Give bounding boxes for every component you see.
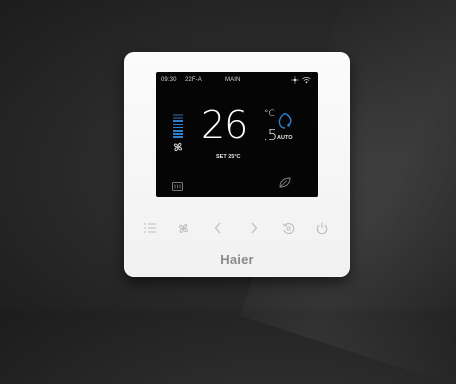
menu-button[interactable] bbox=[140, 218, 160, 238]
mode-icon bbox=[282, 222, 294, 234]
temperature-unit: °C bbox=[264, 109, 275, 119]
status-bar: 09:30 22F-A MAIN bbox=[161, 76, 313, 87]
control-buttons bbox=[124, 218, 350, 238]
fan-level-bar bbox=[173, 123, 183, 126]
current-temperature: 26 °C .5 bbox=[201, 103, 277, 147]
power-button[interactable] bbox=[312, 218, 332, 238]
wifi-icon bbox=[302, 76, 311, 86]
fan-icon bbox=[172, 140, 184, 158]
right-button[interactable] bbox=[244, 218, 264, 238]
filter-icon bbox=[172, 178, 183, 196]
mode-button[interactable] bbox=[278, 218, 298, 238]
fan-level-bar bbox=[173, 114, 183, 116]
fan-button[interactable] bbox=[173, 218, 193, 238]
fan-level-bar bbox=[173, 129, 183, 132]
chevron-right-icon bbox=[251, 222, 258, 234]
fan-level-bar bbox=[173, 117, 183, 119]
display-screen: 09:30 22F-A MAIN 26 °C .5 SET 25°C AUTO bbox=[156, 72, 318, 197]
fan-level-bars bbox=[173, 114, 187, 138]
temperature-decimal: .5 bbox=[263, 126, 278, 144]
temperature-integer: 26 bbox=[201, 103, 248, 147]
fan-level-indicator bbox=[173, 114, 187, 140]
power-icon bbox=[316, 222, 328, 234]
sun-icon bbox=[291, 76, 299, 86]
auto-mode-icon bbox=[277, 112, 293, 135]
mode-label: AUTO bbox=[277, 135, 293, 141]
chevron-left-icon bbox=[214, 222, 221, 234]
menu-icon bbox=[144, 223, 156, 233]
brand-logo: Haier bbox=[220, 252, 254, 267]
status-time: 09:30 bbox=[161, 77, 177, 83]
left-button[interactable] bbox=[208, 218, 228, 238]
status-menu: MAIN bbox=[225, 77, 241, 83]
setpoint-label: SET 25°C bbox=[216, 154, 241, 160]
status-outdoor: 22F-A bbox=[185, 77, 202, 83]
eco-leaf-icon bbox=[279, 175, 291, 193]
thermostat-panel: 09:30 22F-A MAIN 26 °C .5 SET 25°C AUTO … bbox=[124, 52, 350, 277]
fan-speed-icon bbox=[178, 223, 188, 233]
fan-level-bar bbox=[173, 120, 183, 122]
fan-level-bar bbox=[173, 133, 183, 135]
fan-level-bar bbox=[173, 136, 183, 138]
fan-level-bar bbox=[173, 126, 183, 129]
